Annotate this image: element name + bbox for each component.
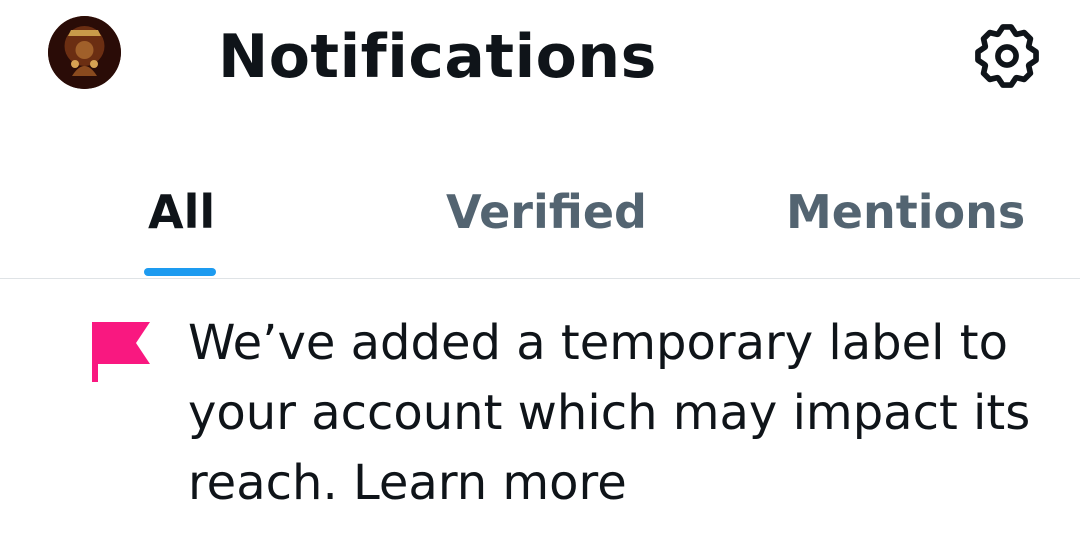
avatar-image (48, 16, 121, 89)
tab-bar: All Verified Mentions (0, 140, 1080, 280)
gear-icon[interactable] (973, 22, 1041, 90)
tab-mentions[interactable]: Mentions (786, 184, 1025, 240)
tab-all[interactable]: All (148, 184, 215, 240)
avatar[interactable] (48, 16, 121, 89)
page-title: Notifications (218, 22, 657, 92)
active-tab-indicator (144, 268, 216, 276)
divider (0, 278, 1080, 279)
notification-item[interactable]: We’ve added a temporary label to your ac… (0, 300, 1080, 534)
notifications-screen: Notifications All Verified Mentions We’v… (0, 0, 1080, 534)
tab-verified[interactable]: Verified (446, 184, 647, 240)
flag-icon (90, 320, 152, 384)
learn-more-link[interactable]: Learn more (353, 455, 627, 511)
notification-text: We’ve added a temporary label to your ac… (188, 308, 1058, 518)
